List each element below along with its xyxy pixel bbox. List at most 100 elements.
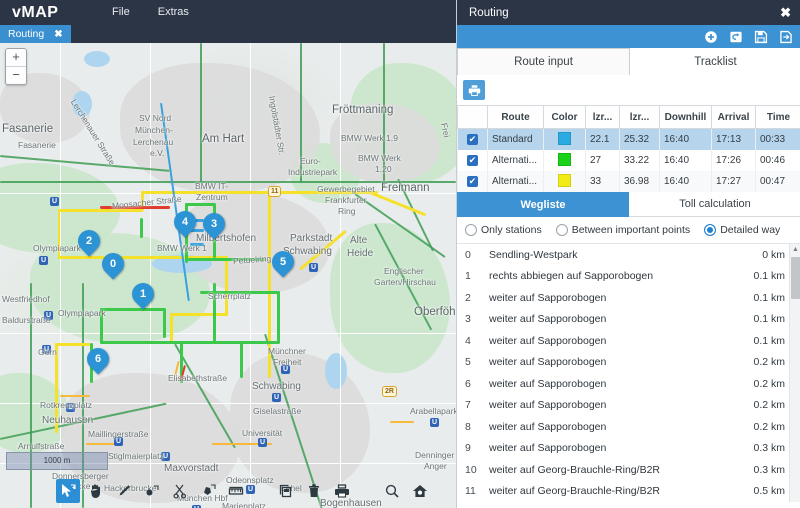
map-marker-4[interactable]: 4 — [169, 206, 201, 241]
route-step-row[interactable]: 7 weiter auf Sapporobogen 0.2 km — [457, 395, 800, 417]
scroll-up-arrow[interactable]: ▲ — [790, 244, 800, 255]
route-visibility-checkbox-cell[interactable]: ✔ — [457, 128, 488, 150]
load-icon[interactable] — [729, 30, 743, 44]
search-tool[interactable] — [380, 479, 404, 503]
close-icon[interactable]: ✖ — [54, 29, 62, 40]
route-step-row[interactable]: 11 weiter auf Georg-Brauchle-Ring/B2R 0.5 … — [457, 481, 800, 503]
radio-detailed-way-label: Detailed way — [720, 224, 781, 236]
route-visibility-checkbox-cell[interactable]: ✔ — [457, 171, 488, 192]
checkbox-checked-icon[interactable]: ✔ — [467, 155, 478, 166]
route-steps-list[interactable]: 0 Sendling-Westpark 0 km 1 rechts abbiegen a… — [457, 244, 800, 502]
route-lzr1-cell: 27 — [585, 150, 620, 171]
close-icon[interactable]: ✖ — [780, 6, 791, 19]
routes-col-header-3[interactable]: lzr... — [585, 105, 620, 129]
step-instruction: rechts abbiegen auf Sapporobogen — [489, 270, 654, 283]
route-arrival-cell: 17:13 — [711, 128, 756, 150]
add-circle-icon[interactable] — [704, 30, 718, 44]
home-tool[interactable] — [408, 479, 432, 503]
highway-shield: 2R — [382, 386, 397, 397]
printer-tool[interactable] — [330, 479, 354, 503]
map-marker-1[interactable]: 1 — [127, 278, 159, 313]
radio-only-stations[interactable]: Only stations — [465, 224, 542, 236]
scissors-tool[interactable] — [168, 479, 192, 503]
routes-col-header-4[interactable]: lzr... — [619, 105, 660, 129]
menu-extras[interactable]: Extras — [144, 0, 203, 25]
route-color-cell[interactable] — [543, 171, 586, 192]
color-swatch — [558, 173, 571, 187]
routes-table-row[interactable]: ✔ Alternati... 27 33.22 16:40 17:26 00:46 — [457, 150, 800, 171]
application-window: vMAP File Extras Routing ✖ 11 2R U U U U… — [0, 0, 800, 508]
route-step-row[interactable]: 8 weiter auf Sapporobogen 0.2 km — [457, 416, 800, 438]
route-step-row[interactable]: 6 weiter auf Sapporobogen 0.2 km — [457, 373, 800, 395]
map-marker-6[interactable]: 6 — [82, 343, 114, 378]
app-header-bar: vMAP File Extras — [0, 0, 456, 25]
step-distance: 0.2 km — [753, 356, 785, 369]
select-tool[interactable] — [56, 478, 80, 503]
step-index: 4 — [465, 334, 471, 347]
route-step-row[interactable]: 0 Sendling-Westpark 0 km — [457, 244, 800, 266]
ruler-tool[interactable] — [224, 479, 248, 503]
app-logo: vMAP — [12, 3, 59, 21]
map-marker-0[interactable]: 0 — [97, 248, 129, 283]
step-distance: 0.5 km — [753, 485, 785, 498]
hand-tool[interactable] — [84, 479, 108, 503]
route-color-cell[interactable] — [543, 128, 586, 150]
route-name-cell: Alternati... — [487, 150, 544, 171]
steps-scrollbar[interactable]: ▲ — [789, 244, 800, 502]
map-marker-3[interactable]: 3 — [198, 208, 230, 243]
route-arrival-cell: 17:26 — [711, 150, 756, 171]
menu-file[interactable]: File — [98, 0, 144, 25]
tab-route-input[interactable]: Route input — [457, 48, 630, 75]
routes-col-header-0[interactable] — [457, 105, 488, 129]
route-step-row[interactable]: 3 weiter auf Sapporobogen 0.1 km — [457, 309, 800, 331]
point-tool[interactable] — [140, 479, 164, 503]
route-step-row[interactable]: 4 weiter auf Sapporobogen 0.1 km — [457, 330, 800, 352]
step-index: 10 — [465, 463, 477, 476]
routes-col-header-1[interactable]: Route — [487, 105, 544, 129]
map-marker-5[interactable]: 5 — [267, 246, 299, 281]
routes-col-header-7[interactable]: Time — [755, 105, 800, 129]
polygon-tool[interactable] — [196, 479, 220, 503]
ubahn-badge: U — [42, 345, 51, 354]
tab-tracklist[interactable]: Tracklist — [630, 48, 800, 75]
tab-wegliste[interactable]: Wegliste — [457, 192, 629, 217]
marker-label: 2 — [85, 234, 93, 247]
map-zoom-controls[interactable]: + − — [5, 48, 27, 85]
routes-col-header-5[interactable]: Downhill — [659, 105, 712, 129]
radio-between-important-points[interactable]: Between important points — [555, 224, 690, 236]
routes-table-row[interactable]: ✔ Standard 22.1 25.32 16:40 17:13 00:33 — [457, 128, 800, 150]
step-index: 9 — [465, 442, 471, 455]
marker-label: 5 — [279, 255, 287, 268]
pencil-node-tool[interactable] — [112, 479, 136, 503]
trash-tool[interactable] — [302, 479, 326, 503]
ubahn-badge: U — [44, 311, 53, 320]
radio-indicator — [555, 224, 568, 236]
copy-tool[interactable] — [274, 479, 298, 503]
routes-table-row[interactable]: ✔ Alternati... 33 36.98 16:40 17:27 00:47 — [457, 171, 800, 192]
tab-routing[interactable]: Routing ✖ — [0, 25, 71, 43]
route-step-row[interactable]: 2 weiter auf Sapporobogen 0.1 km — [457, 287, 800, 309]
route-step-row[interactable]: 10 weiter auf Georg-Brauchle-Ring/B2R 0.3 … — [457, 459, 800, 481]
save-icon[interactable] — [754, 30, 768, 44]
step-distance: 0.2 km — [753, 420, 785, 433]
map-canvas[interactable]: 11 2R U U U U U U U U U U U U U U Fasane… — [0, 43, 456, 508]
routes-col-header-6[interactable]: Arrival — [711, 105, 756, 129]
tab-toll-calculation[interactable]: Toll calculation — [629, 192, 800, 217]
route-step-row[interactable]: 1 rechts abbiegen auf Sapporobogen 0.1 km — [457, 266, 800, 288]
checkbox-checked-icon[interactable]: ✔ — [467, 134, 478, 145]
map-marker-2[interactable]: 2 — [73, 225, 105, 260]
checkbox-checked-icon[interactable]: ✔ — [467, 176, 478, 187]
route-lzr1-cell: 33 — [585, 171, 620, 192]
scrollbar-thumb[interactable] — [791, 257, 800, 299]
step-distance: 0.1 km — [753, 270, 785, 283]
route-step-row[interactable]: 9 weiter auf Sapporobogen 0.3 km — [457, 438, 800, 460]
zoom-out-button[interactable]: − — [6, 67, 26, 84]
route-color-cell[interactable] — [543, 150, 586, 171]
radio-detailed-way[interactable]: Detailed way — [704, 224, 780, 236]
route-step-row[interactable]: 5 weiter auf Sapporobogen 0.2 km — [457, 352, 800, 374]
routes-col-header-2[interactable]: Color — [543, 105, 586, 129]
zoom-in-button[interactable]: + — [6, 49, 26, 67]
printer-icon[interactable] — [463, 80, 485, 100]
export-icon[interactable] — [779, 30, 793, 44]
route-visibility-checkbox-cell[interactable]: ✔ — [457, 150, 488, 171]
